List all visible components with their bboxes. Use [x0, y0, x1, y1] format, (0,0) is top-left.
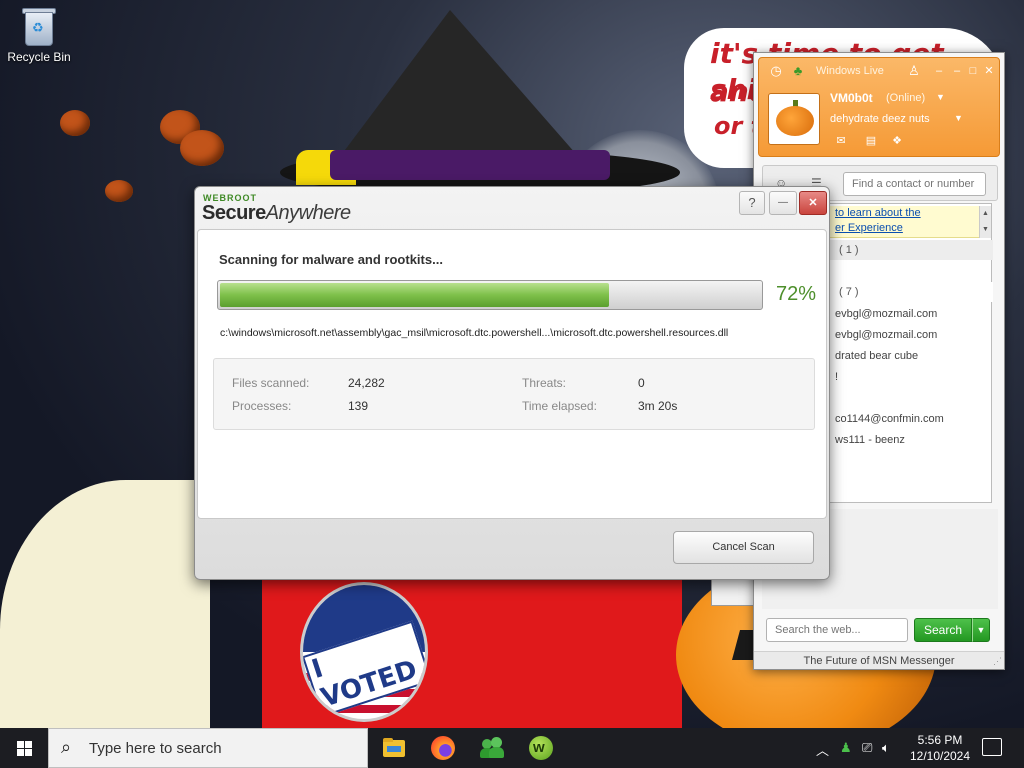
time-elapsed-value: 3m 20s	[638, 399, 678, 413]
notification-center-icon[interactable]	[982, 738, 1002, 756]
current-file-path: c:\windows\microsoft.net\assembly\gac_ms…	[220, 327, 729, 339]
maximize-button[interactable]: □	[966, 64, 980, 78]
file-explorer-icon	[382, 736, 406, 760]
pumpkin-avatar-icon	[776, 106, 814, 136]
volume-icon[interactable]: 🔈︎	[882, 740, 890, 756]
web-search-button[interactable]: Search	[914, 618, 972, 642]
options-button[interactable]: –	[932, 64, 946, 78]
scan-progress-fill	[220, 283, 609, 307]
folder-icon[interactable]: ▤	[864, 135, 878, 147]
cancel-scan-button[interactable]: Cancel Scan	[673, 531, 814, 564]
taskbar: ⌕ Type here to search w ︿ ♟ ⎚ 🔈︎ 5:56 PM	[0, 728, 1024, 768]
messenger-titlebar: ◷ ♣ Windows Live ♙ – – □ ✕	[764, 63, 994, 81]
hat-band-graphic	[330, 150, 610, 180]
close-button[interactable]: ✕	[982, 64, 996, 78]
taskbar-file-explorer[interactable]	[370, 728, 418, 768]
messenger-footer: The Future of MSN Messenger	[754, 651, 1004, 669]
scan-progress-percent: 72%	[776, 283, 817, 305]
recycle-bin-shortcut[interactable]: ♻ Recycle Bin	[4, 6, 74, 64]
webroot-scan-window: WEBROOT SecureAnywhere ? — ✕ Scanning fo…	[194, 186, 830, 580]
minimize-button[interactable]: –	[950, 64, 964, 78]
messenger-title: Windows Live	[816, 65, 884, 77]
processes-value: 139	[348, 399, 369, 413]
mail-icon[interactable]: ✉	[834, 135, 848, 147]
webroot-logo: SecureAnywhere	[202, 202, 351, 225]
clock-date: 12/10/2024	[909, 749, 971, 763]
messenger-buddy-icon[interactable]: ♙	[906, 63, 922, 79]
processes-label: Processes:	[232, 399, 292, 413]
pumpkin-graphic	[180, 130, 224, 166]
recycle-bin-icon: ♻	[22, 6, 56, 46]
threats-label: Threats:	[522, 376, 567, 390]
pumpkin-graphic	[105, 180, 133, 202]
witch-hat-graphic	[330, 10, 590, 170]
scroll-up-icon[interactable]: ▲	[980, 206, 991, 222]
scan-title: Scanning for malware and rootkits...	[219, 252, 443, 267]
status-dropdown-icon[interactable]: ▼	[936, 92, 945, 102]
taskbar-messenger[interactable]	[468, 728, 516, 768]
personal-message[interactable]: dehydrate deez nuts	[830, 113, 930, 125]
firefox-icon	[431, 736, 455, 760]
files-scanned-label: Files scanned:	[232, 376, 310, 390]
search-icon: ⌕	[61, 737, 72, 757]
webroot-icon: w	[529, 736, 553, 760]
display-name[interactable]: VM0b0t	[830, 91, 873, 105]
close-button[interactable]: ✕	[799, 191, 827, 215]
threats-value: 0	[638, 376, 645, 390]
avatar[interactable]	[768, 93, 820, 145]
network-icon[interactable]: ⎚	[862, 740, 872, 756]
scan-panel: Scanning for malware and rootkits... 72%…	[197, 229, 827, 519]
background-window-edge	[711, 580, 755, 606]
recycle-bin-label: Recycle Bin	[7, 50, 71, 64]
logo-anywhere: Anywhere	[265, 202, 351, 224]
i-voted-sticker: I VOTED	[300, 582, 428, 722]
search-dropdown-icon[interactable]: ▼	[972, 618, 990, 642]
messenger-icon	[480, 736, 504, 760]
history-icon[interactable]: ◷	[768, 63, 784, 79]
personal-message-dropdown-icon[interactable]: ▼	[954, 113, 963, 123]
help-button[interactable]: ?	[739, 191, 765, 215]
pumpkin-graphic	[60, 110, 90, 136]
messenger-logo-icon: ♣	[793, 63, 803, 78]
taskbar-search-placeholder: Type here to search	[89, 740, 222, 757]
logo-secure: Secure	[202, 202, 266, 224]
files-scanned-value: 24,282	[348, 376, 385, 390]
spaces-icon[interactable]: ❖	[890, 135, 904, 147]
web-search-input[interactable]	[766, 618, 908, 642]
banner-scrollbar[interactable]: ▲ ▼	[979, 206, 991, 238]
clock[interactable]: 5:56 PM 12/10/2024	[900, 732, 980, 764]
scan-stats: Files scanned: 24,282 Processes: 139 Thr…	[213, 358, 815, 430]
minimize-button[interactable]: —	[769, 191, 797, 215]
clock-time: 5:56 PM	[917, 733, 963, 747]
status-selector[interactable]: (Online)	[886, 92, 925, 104]
dialog-footer: Cancel Scan	[195, 521, 829, 579]
start-button[interactable]	[0, 728, 48, 768]
find-contact-input[interactable]	[843, 172, 986, 196]
scroll-down-icon[interactable]: ▼	[980, 222, 991, 238]
figure-graphic	[0, 480, 210, 728]
taskbar-search-box[interactable]: ⌕ Type here to search	[48, 728, 368, 768]
scan-progress-bar	[217, 280, 763, 310]
messenger-tray-icon[interactable]: ♟	[840, 740, 852, 756]
web-search-bar: Search ▼	[764, 617, 996, 643]
time-elapsed-label: Time elapsed:	[522, 399, 597, 413]
taskbar-firefox[interactable]	[419, 728, 467, 768]
taskbar-webroot[interactable]: w	[517, 728, 565, 768]
resize-grip-icon[interactable]: ⋰	[993, 656, 1002, 667]
show-hidden-icons-chevron-icon[interactable]: ︿	[816, 740, 829, 759]
